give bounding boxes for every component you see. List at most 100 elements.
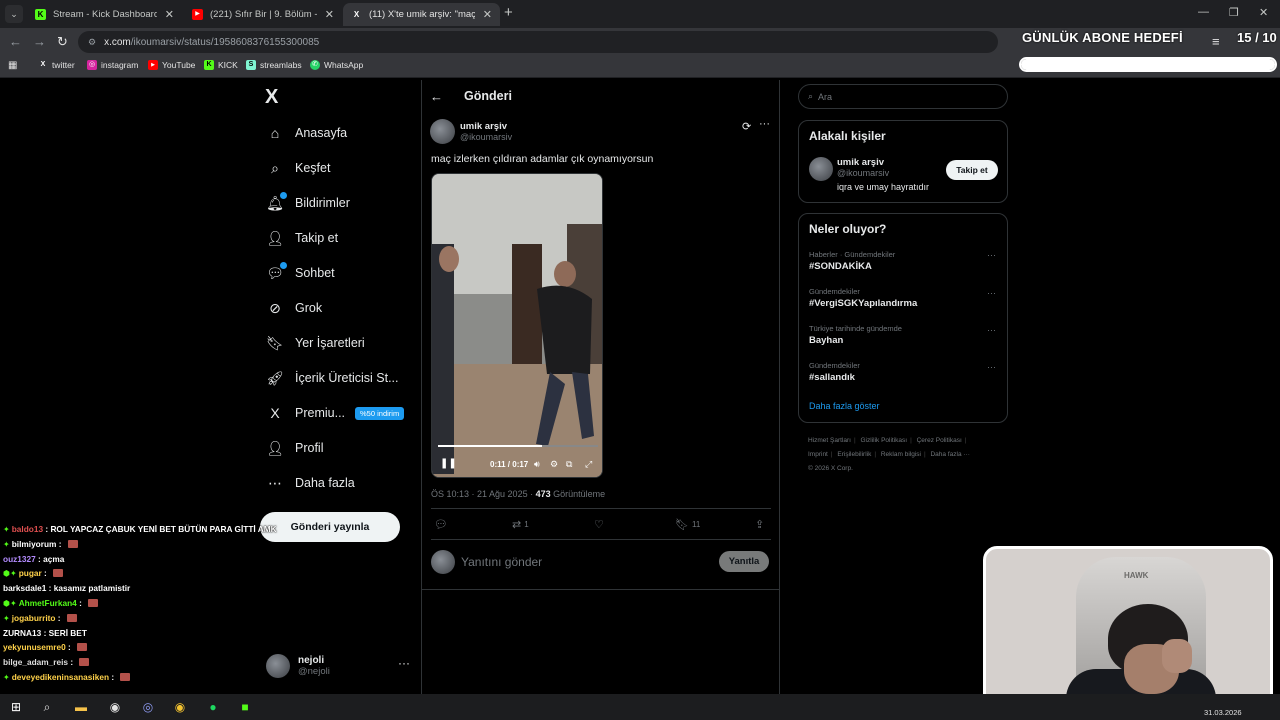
chat-username[interactable]: yekyunusemre0 [3, 642, 66, 652]
chat-username[interactable]: ZURNA13 [3, 628, 41, 638]
nav-item-more-circle[interactable]: ⋯ Daha fazla [266, 468, 355, 498]
close-window-icon[interactable]: ✕ [1259, 6, 1268, 19]
tab-youtube[interactable]: ▶ (221) Sıfır Bir | 9. Bölüm - YouTu ✕ [184, 3, 342, 26]
reading-list-icon[interactable]: ≡ [1212, 34, 1220, 49]
reply-input[interactable]: Yanıtını gönder [461, 555, 542, 569]
more-icon[interactable]: ··· [398, 656, 410, 670]
chat-username[interactable]: bilge_adam_reis [3, 657, 68, 667]
forward-icon[interactable]: → [33, 34, 46, 49]
show-more-link[interactable]: Daha fazla göster [809, 401, 880, 411]
footer-link[interactable]: Imprint [808, 451, 828, 458]
settings-icon[interactable]: ⚙ [550, 459, 558, 470]
pip-icon[interactable]: ⧉ [566, 459, 572, 470]
follow-button[interactable]: Takip et [946, 160, 998, 180]
bookmark-action[interactable]: 🔖︎ 11 [675, 518, 700, 531]
close-icon[interactable]: ✕ [325, 8, 334, 21]
like-action[interactable]: ♡ [594, 518, 604, 531]
reply-action[interactable]: 💬︎ [434, 518, 448, 531]
site-info-icon[interactable]: ⚙ [88, 37, 96, 48]
kick-app-icon[interactable]: ■ [237, 699, 253, 715]
more-icon[interactable]: ··· [759, 118, 770, 130]
footer-link[interactable]: Reklam bilgisi [881, 451, 921, 458]
search-icon[interactable]: ⌕ [39, 699, 55, 715]
nav-item-chat[interactable]: 💬︎ Sohbet [266, 258, 335, 288]
bookmark-instagram[interactable]: ◎ instagram [87, 60, 138, 70]
back-arrow-icon[interactable]: ← [430, 89, 443, 104]
bookmark-kick[interactable]: K KICK [204, 60, 238, 70]
nav-item-bell[interactable]: 🔔︎ Bildirimler [266, 188, 350, 218]
more-icon[interactable]: ··· [987, 288, 996, 298]
tab-search-button[interactable]: ⌄ [5, 5, 23, 23]
nav-item-follow[interactable]: 👤︎ Takip et [266, 223, 338, 253]
post-time[interactable]: ÖS 10:13 · 21 Ağu 2025 · [431, 489, 536, 499]
new-tab-button[interactable]: + [504, 4, 513, 21]
x-logo-icon[interactable]: X [265, 86, 278, 109]
chat-username[interactable]: ouz1327 [3, 554, 36, 564]
trend-item[interactable]: Gündemdekiler #VergiSGKYapılandırma [809, 287, 917, 309]
grok-icon[interactable]: ⟳ [742, 120, 751, 133]
pause-icon[interactable]: ❚❚ [440, 458, 457, 469]
footer-link[interactable]: Erişilebilirlik [837, 451, 871, 458]
search-input[interactable]: ⌕ Ara [798, 84, 1008, 109]
nav-item-bookmark[interactable]: 🔖︎ Yer İşaretleri [266, 328, 365, 358]
bookmark-whatsapp[interactable]: ✆ WhatsApp [310, 60, 363, 70]
volume-icon[interactable]: 🔊︎ [534, 459, 540, 470]
minimize-icon[interactable]: — [1198, 6, 1209, 18]
chat-username[interactable]: bilmiyorum [12, 539, 57, 549]
chat-username[interactable]: baldo13 [12, 524, 43, 534]
chrome-icon[interactable]: ◉ [172, 699, 188, 715]
close-icon[interactable]: ✕ [483, 8, 492, 21]
share-action[interactable]: ⇪ [755, 518, 764, 531]
footer-link[interactable]: Daha fazla ··· [930, 451, 969, 458]
retweet-action[interactable]: ⇄ 1 [512, 518, 529, 531]
chat-username[interactable]: pugar [19, 568, 42, 578]
reload-icon[interactable]: ↻ [57, 34, 68, 50]
discord-icon[interactable]: ◎ [140, 699, 156, 715]
footer-link[interactable]: Çerez Politikası [917, 437, 962, 444]
restore-icon[interactable]: ❐ [1229, 6, 1239, 19]
post-button[interactable]: Gönderi yayınla [260, 512, 400, 542]
more-icon[interactable]: ··· [987, 325, 996, 335]
related-user[interactable]: umik arşiv @ikoumarsiv iqra ve umay hayr… [837, 157, 929, 192]
bookmark-twitter[interactable]: Xtwitter [38, 60, 75, 70]
footer-link[interactable]: Gizlilik Politikası [861, 437, 908, 444]
trend-item[interactable]: Türkiye tarihinde gündemde Bayhan [809, 324, 902, 346]
chat-username[interactable]: jogaburrito [12, 613, 56, 623]
trend-item[interactable]: Gündemdekiler #sallandık [809, 361, 860, 383]
nav-item-home[interactable]: ⌂ Anasayfa [266, 118, 347, 148]
close-icon[interactable]: ✕ [165, 8, 174, 21]
author-name[interactable]: umik arşiv [460, 121, 512, 132]
trend-item[interactable]: Haberler · Gündemdekiler #SONDAKİKA [809, 250, 895, 272]
spotify-icon[interactable]: ● [205, 699, 221, 715]
apps-icon[interactable]: ▦ [8, 60, 17, 71]
nav-item-rocket[interactable]: 🚀︎ İçerik Üreticisi St... [266, 363, 398, 393]
bookmark-streamlabs[interactable]: Sstreamlabs [246, 60, 302, 70]
chat-username[interactable]: deveyedikeninsanasiken [12, 672, 109, 682]
post-author[interactable]: umik arşiv @ikoumarsiv [430, 119, 512, 144]
steam-icon[interactable]: ◉ [107, 699, 123, 715]
nav-item-grok[interactable]: ⊘ Grok [266, 293, 322, 323]
account-switcher[interactable]: nejoli @nejoli [266, 654, 330, 678]
tab-x-post[interactable]: X (11) X'te umik arşiv: "maç iz ✕ [343, 3, 500, 26]
footer-link[interactable]: Hizmet Şartları [808, 437, 851, 444]
video-progress-bar[interactable] [438, 445, 598, 447]
back-icon[interactable]: ← [9, 34, 22, 49]
nav-item-search[interactable]: ⌕ Keşfet [266, 153, 330, 183]
chat-username[interactable]: barksdale1 [3, 583, 46, 593]
nav-item-profile[interactable]: 👤︎ Profil [266, 433, 323, 463]
url-bar[interactable]: ⚙ x.com/ikoumarsiv/status/19586083761553… [78, 31, 998, 53]
fullscreen-icon[interactable]: ⤢ [585, 459, 592, 470]
nav-item-x-premium[interactable]: X Premiu... %50 indirim [266, 398, 405, 428]
bookmark-youtube[interactable]: ▶ YouTube [148, 60, 195, 70]
related-avatar[interactable] [809, 157, 833, 181]
file-explorer-icon[interactable]: ▬ [73, 699, 89, 715]
windows-icon[interactable]: ⊞ [8, 699, 24, 715]
more-icon[interactable]: ··· [987, 362, 996, 372]
more-icon[interactable]: ··· [987, 250, 996, 260]
chat-username[interactable]: AhmetFurkan4 [19, 598, 77, 608]
reply-composer[interactable]: Yanıtını gönder [431, 550, 542, 574]
author-handle[interactable]: @ikoumarsiv [460, 132, 512, 142]
author-avatar[interactable] [430, 119, 455, 144]
video-player[interactable]: ❚❚ 0:11 / 0:17 🔊︎ ⚙ ⧉ ⤢ [431, 173, 603, 478]
reply-button[interactable]: Yanıtla [719, 551, 769, 572]
